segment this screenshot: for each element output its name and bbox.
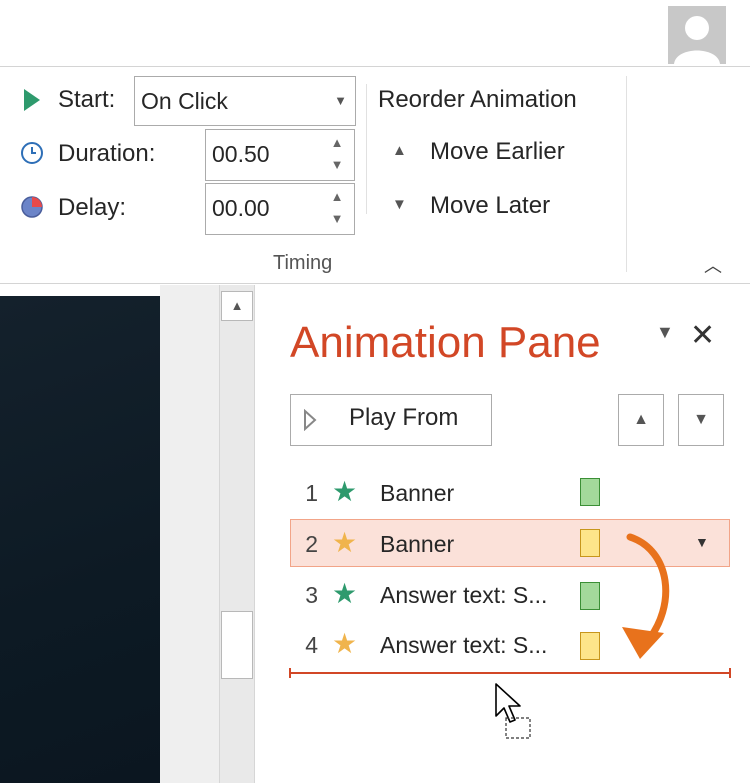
start-label: Start: [58,86,116,113]
item-number: 4 [305,632,318,658]
start-icon [22,88,42,117]
duration-label: Duration: [58,140,156,167]
item-number: 2 [305,531,318,557]
triangle-up-icon: ▲ [392,142,407,159]
ribbon-bottom-divider [0,283,750,284]
duration-spin-up-icon[interactable]: ▲ [330,136,344,149]
delay-icon [20,195,44,224]
move-down-button[interactable]: ▼ [678,394,724,446]
insertion-line-cap-left [289,668,291,678]
pane-options-icon[interactable]: ▼ [656,322,674,343]
green-star-icon: ★ [332,476,358,507]
clock-icon [20,141,44,170]
item-number: 3 [305,582,318,608]
slide-canvas[interactable] [0,296,160,783]
reorder-animation-title: Reorder Animation [378,86,577,113]
insertion-line-cap-right [729,668,731,678]
delay-value: 00.00 [212,195,270,221]
timing-bar [580,632,600,660]
group-separator-right [626,76,627,272]
drag-move-cursor-icon [495,683,531,739]
triangle-down-icon: ▼ [693,411,709,428]
move-earlier-button[interactable]: ▲ Move Earlier [380,132,600,178]
play-from-label: Play From [349,404,459,431]
start-dropdown[interactable]: On Click ▼ [134,76,356,126]
timing-bar [580,529,600,557]
timing-bar [580,582,600,610]
green-star-icon: ★ [332,578,358,609]
drag-direction-arrow-icon [622,533,670,659]
group-separator [366,84,367,214]
user-silhouette-icon [668,6,726,64]
item-label: Answer text: S... [380,582,548,608]
workspace-background [160,285,220,783]
ribbon-top-divider [0,66,750,67]
play-icon [303,408,317,436]
start-value: On Click [141,88,228,114]
timing-bar [580,478,600,506]
gold-star-icon: ★ [332,628,358,659]
move-later-label: Move Later [430,192,551,219]
play-from-button[interactable]: Play From [290,394,492,446]
delay-spin-up-icon[interactable]: ▲ [330,190,344,203]
collapse-ribbon-icon[interactable]: ︿ [704,252,722,278]
delay-label: Delay: [58,194,127,221]
move-up-button[interactable]: ▲ [618,394,664,446]
item-label: Banner [380,531,455,557]
triangle-down-icon: ▼ [392,196,407,213]
move-earlier-label: Move Earlier [430,138,565,165]
vertical-scrollbar[interactable] [219,285,255,783]
gold-star-icon: ★ [332,527,358,558]
close-icon[interactable]: ✕ [690,318,715,353]
delay-spin-down-icon[interactable]: ▼ [330,212,344,225]
item-label: Banner [380,480,455,506]
timing-group-label: Timing [273,252,333,274]
chevron-down-icon: ▼ [334,93,347,108]
animation-item[interactable]: 1 ★ Banner [290,468,730,516]
animation-pane-title: Animation Pane [290,318,601,367]
duration-spin-down-icon[interactable]: ▼ [330,158,344,171]
triangle-up-icon: ▲ [633,411,649,428]
item-number: 1 [305,480,318,506]
drop-insertion-line [291,672,730,674]
item-dropdown-icon[interactable]: ▼ [695,534,709,550]
move-later-button[interactable]: ▼ Move Later [380,186,600,232]
duration-value: 00.50 [212,141,270,167]
item-label: Answer text: S... [380,632,548,658]
scroll-up-arrow-icon[interactable]: ▲ [221,291,253,321]
scroll-thumb[interactable] [221,611,253,679]
user-avatar[interactable] [668,6,726,64]
